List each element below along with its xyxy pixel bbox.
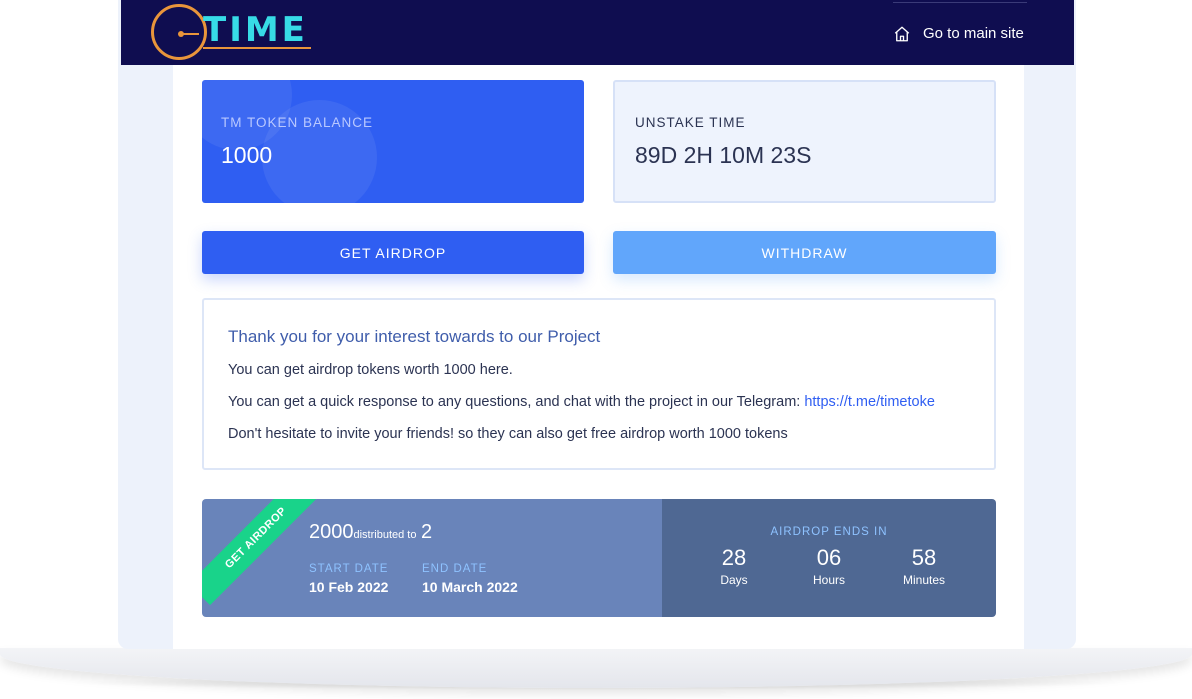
airdrop-status-bar: GET AIRDROP 2000distributed to 2 START D… xyxy=(202,499,996,617)
countdown-minutes-value: 58 xyxy=(911,545,937,570)
withdraw-button[interactable]: WITHDRAW xyxy=(613,231,996,274)
end-date-value: 10 March 2022 xyxy=(422,579,518,595)
countdown-days-value: 28 xyxy=(721,545,747,570)
info-line-airdrop: You can get airdrop tokens worth 1000 he… xyxy=(228,362,513,378)
nav-link-label: Go to main site xyxy=(923,25,1024,42)
start-date-label: START DATE xyxy=(309,563,389,575)
clock-icon xyxy=(151,4,207,60)
main-panel: TM TOKEN BALANCE 1000 UNSTAKE TIME 89D 2… xyxy=(173,65,1024,649)
token-balance-card: TM TOKEN BALANCE 1000 xyxy=(202,80,584,203)
end-date-label: END DATE xyxy=(422,563,488,575)
countdown-days-unit: Days xyxy=(720,573,748,587)
start-date-value: 10 Feb 2022 xyxy=(309,579,389,595)
countdown-days: 28 Days xyxy=(699,545,769,587)
countdown-minutes: 58 Minutes xyxy=(889,545,959,587)
info-line-invite: Don't hesitate to invite your friends! s… xyxy=(228,426,788,442)
countdown-hours: 06 Hours xyxy=(794,545,864,587)
token-balance-label: TM TOKEN BALANCE xyxy=(221,115,374,130)
token-balance-value: 1000 xyxy=(221,142,273,168)
unstake-time-card: UNSTAKE TIME 89D 2H 10M 23S xyxy=(613,80,996,203)
info-title: Thank you for your interest towards to o… xyxy=(228,327,601,346)
airdrop-recipients: 2 xyxy=(420,521,433,543)
unstake-time-value: 89D 2H 10M 23S xyxy=(635,142,812,168)
airdrop-countdown: AIRDROP ENDS IN 28 Days 06 Hours 58 Minu… xyxy=(662,499,996,617)
info-line-telegram: You can get a quick response to any ques… xyxy=(228,394,935,410)
telegram-link[interactable]: https://t.me/timetoke xyxy=(804,394,935,410)
go-to-main-site-link[interactable]: Go to main site xyxy=(893,2,1027,64)
distributed-to-text: distributed to xyxy=(353,529,417,541)
countdown-hours-unit: Hours xyxy=(812,573,845,587)
laptop-screen: TIME Go to main site TM TOKEN BALANCE 10… xyxy=(118,0,1076,649)
distribution-summary: 2000distributed to 2 xyxy=(309,521,432,544)
telegram-text: You can get a quick response to any ques… xyxy=(228,394,805,410)
logo-underline xyxy=(203,47,311,49)
unstake-time-label: UNSTAKE TIME xyxy=(635,115,746,130)
countdown-hours-value: 06 xyxy=(816,545,842,570)
airdrop-ends-in-label: AIRDROP ENDS IN xyxy=(770,526,888,538)
airdrop-details: GET AIRDROP 2000distributed to 2 START D… xyxy=(202,499,662,617)
ribbon-wrap: GET AIRDROP xyxy=(202,499,322,617)
countdown-minutes-unit: Minutes xyxy=(902,573,946,587)
get-airdrop-ribbon[interactable]: GET AIRDROP xyxy=(202,499,322,606)
logo-text: TIME xyxy=(203,10,308,50)
info-box: Thank you for your interest towards to o… xyxy=(202,298,996,470)
get-airdrop-button[interactable]: GET AIRDROP xyxy=(202,231,584,274)
airdrop-total: 2000 xyxy=(309,521,354,543)
navbar: TIME Go to main site xyxy=(121,0,1074,65)
logo[interactable]: TIME xyxy=(151,4,311,60)
home-icon xyxy=(894,26,910,41)
